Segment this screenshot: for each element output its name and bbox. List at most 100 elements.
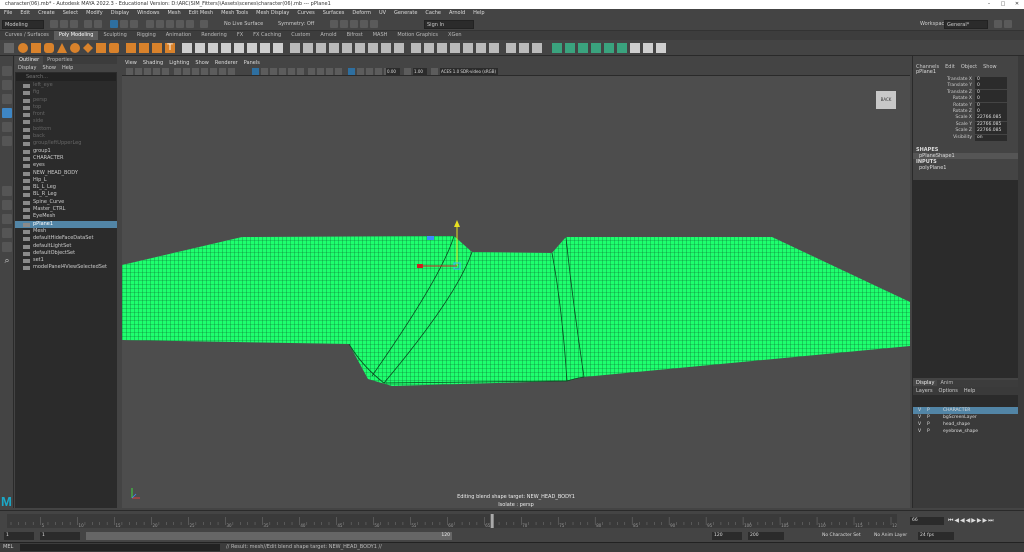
outliner-item[interactable]: defaultLightSet [15, 243, 117, 250]
menu-curves[interactable]: Curves [293, 9, 318, 18]
edge-flow-icon[interactable] [532, 43, 542, 53]
history-icon[interactable] [200, 20, 208, 28]
unfold-icon[interactable] [604, 43, 614, 53]
end-time-field[interactable]: 200 [748, 532, 784, 540]
poly-cone-icon[interactable] [57, 43, 67, 53]
grid-icon[interactable] [174, 68, 181, 75]
outliner-item[interactable]: fig [15, 89, 117, 96]
outliner-item[interactable]: Mesh [15, 228, 117, 235]
viewport-menu-show[interactable]: Show [192, 60, 212, 66]
viewport-canvas[interactable] [122, 76, 910, 508]
menu-create[interactable]: Create [34, 9, 59, 18]
outliner-item[interactable]: persp [15, 97, 117, 104]
spin-edge-icon[interactable] [476, 43, 486, 53]
motion-blur-icon[interactable] [317, 68, 324, 75]
layer-menu-options[interactable]: Options [936, 388, 961, 394]
reduce-icon[interactable] [273, 43, 283, 53]
channel-value[interactable]: 0 [975, 83, 1007, 90]
safe-title-icon[interactable] [228, 68, 235, 75]
menu-select[interactable]: Select [59, 9, 82, 18]
isolate-select-icon[interactable] [348, 68, 355, 75]
menu-file[interactable]: File [0, 9, 16, 18]
extrude-icon[interactable] [290, 43, 300, 53]
close-icon[interactable]: ✕ [1010, 0, 1024, 9]
channel-menu-show[interactable]: Show [980, 64, 1000, 70]
layer-playback-toggle[interactable]: P [927, 414, 930, 421]
poly-cube-icon[interactable] [31, 43, 41, 53]
uv-editor-icon[interactable] [656, 43, 666, 53]
outliner-item[interactable]: front [15, 111, 117, 118]
circularize-icon[interactable] [437, 43, 447, 53]
outliner-item[interactable]: CHARACTER [15, 155, 117, 162]
shelf-tab-motion-graphics[interactable]: Motion Graphics [392, 31, 443, 40]
shelf-tab-poly-modeling[interactable]: Poly Modeling [53, 31, 99, 40]
field-chart-icon[interactable] [210, 68, 217, 75]
shelf-tab-fx[interactable]: FX [232, 31, 248, 40]
shelf-tab-sculpting[interactable]: Sculpting [98, 31, 131, 40]
tab-outliner[interactable]: Outliner [15, 56, 44, 64]
safe-action-icon[interactable] [219, 68, 226, 75]
layer-playback-toggle[interactable]: P [927, 407, 930, 414]
render-sequence-icon[interactable] [340, 20, 348, 28]
shelf-menu-icon[interactable] [4, 43, 14, 53]
current-frame-marker[interactable] [490, 514, 494, 528]
gamma-field[interactable]: 1.00 [413, 68, 427, 75]
wireframe-icon[interactable] [252, 68, 259, 75]
merge-icon[interactable] [329, 43, 339, 53]
shelf-tab-fx-caching[interactable]: FX Caching [248, 31, 286, 40]
two-d-pan-icon[interactable] [162, 68, 169, 75]
boolean-icon[interactable] [221, 43, 231, 53]
snap-grid-icon[interactable] [146, 20, 154, 28]
xray-icon[interactable] [357, 68, 364, 75]
resolution-gate-icon[interactable] [192, 68, 199, 75]
auto-map-icon[interactable] [591, 43, 601, 53]
playback-start-field[interactable]: 1 [40, 532, 80, 540]
side-tabs-strip[interactable] [1018, 56, 1024, 508]
select-tool-icon[interactable] [2, 66, 12, 76]
symmetry-label[interactable]: Symmetry: Off [278, 21, 314, 27]
select-camera-icon[interactable] [126, 68, 133, 75]
menu-edit[interactable]: Edit [16, 9, 34, 18]
layer-playback-toggle[interactable]: P [927, 421, 930, 428]
script-lang-label[interactable]: MEL [3, 544, 13, 550]
depth-of-field-icon[interactable] [335, 68, 342, 75]
insert-edge-loop-icon[interactable] [355, 43, 365, 53]
viewport-persp[interactable]: BACK Editing blend shape target: NEW_HEA… [122, 76, 910, 508]
bevel-icon[interactable] [303, 43, 313, 53]
current-frame-field[interactable]: 66 [910, 517, 944, 525]
menu-deform[interactable]: Deform [348, 9, 375, 18]
smooth-icon[interactable] [208, 43, 218, 53]
layer-menu-layers[interactable]: Layers [913, 388, 936, 394]
super-shape-icon[interactable] [109, 43, 119, 53]
channel-value[interactable]: 0 [975, 89, 1007, 96]
outliner-item[interactable]: back [15, 133, 117, 140]
checker-icon[interactable] [630, 43, 640, 53]
outliner-item[interactable]: BL_R_Leg [15, 191, 117, 198]
viewcube[interactable]: BACK [876, 91, 896, 109]
outliner-item[interactable]: Spine_Curve [15, 199, 117, 206]
connect-icon[interactable] [394, 43, 404, 53]
single-view-icon[interactable] [2, 186, 12, 196]
time-slider[interactable]: 5 10 15 20 25 30 35 40 45 50 55 60 65 70 75 80 85 90 95 100… [0, 510, 1024, 530]
uv-cut-icon[interactable] [643, 43, 653, 53]
planar-map-icon[interactable] [552, 43, 562, 53]
select-hierarchy-icon[interactable] [110, 20, 118, 28]
channel-value[interactable]: 22766.085 [975, 121, 1007, 128]
channel-row[interactable]: Visibility on [913, 134, 1018, 141]
shelf-tab-arnold[interactable]: Arnold [315, 31, 341, 40]
viewport-menu-panels[interactable]: Panels [241, 60, 263, 66]
image-plane-icon[interactable] [153, 68, 160, 75]
layout-uv-icon[interactable] [617, 43, 627, 53]
outliner-search-input[interactable]: Search... [16, 73, 116, 81]
ipr-render-icon[interactable] [350, 20, 358, 28]
menu-modify[interactable]: Modify [82, 9, 107, 18]
menu-cache[interactable]: Cache [421, 9, 445, 18]
exposure-field[interactable]: 0.00 [386, 68, 400, 75]
outliner-item[interactable]: Hip_L [15, 177, 117, 184]
menu-display[interactable]: Display [107, 9, 133, 18]
shelf-tab-curves-surfaces[interactable]: Curves / Surfaces [0, 31, 54, 40]
layer-row[interactable]: V Peyebrow_shape [913, 428, 1019, 435]
menu-arnold[interactable]: Arnold [445, 9, 469, 18]
channel-menu-edit[interactable]: Edit [942, 64, 958, 70]
attribute-editor-icon[interactable] [1004, 20, 1012, 28]
